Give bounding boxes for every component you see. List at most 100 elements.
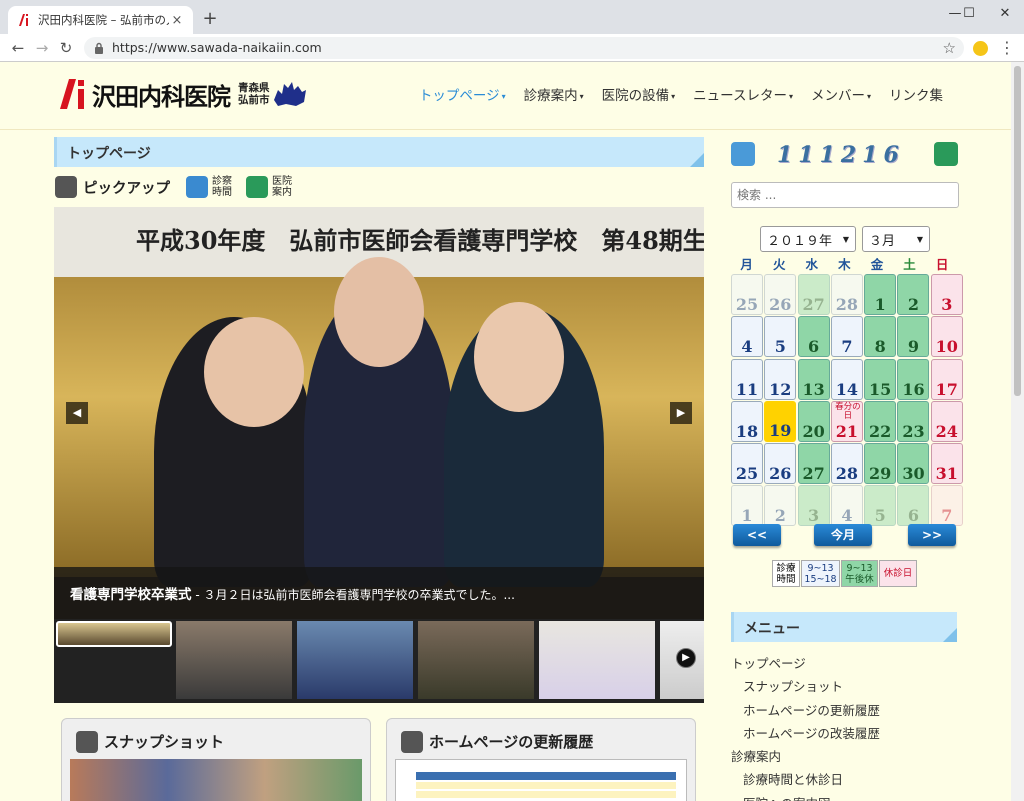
calendar-day[interactable]: 3 xyxy=(930,274,963,315)
calendar-day[interactable]: 6 xyxy=(897,485,930,527)
thumbnails-next-button[interactable]: ▶ xyxy=(676,648,696,668)
calendar-day[interactable]: 18 xyxy=(731,400,763,442)
menu-item[interactable]: スナップショット xyxy=(731,675,959,698)
close-window-button[interactable]: ✕ xyxy=(986,0,1024,26)
calendar-day[interactable]: 24 xyxy=(930,400,963,442)
prev-month-button[interactable]: << xyxy=(733,524,781,546)
calendar-day[interactable]: 9 xyxy=(897,316,930,358)
page-viewport: 沢田内科医院 青森県 弘前市 トップページ ▾ 診療案内 ▾ 医院の設備 ▾ ニュース… xyxy=(0,62,1024,801)
day-number: 20 xyxy=(802,421,825,441)
calendar-day[interactable]: 17 xyxy=(930,358,963,400)
calendar-day[interactable]: 29 xyxy=(864,443,897,485)
extension-icon[interactable] xyxy=(973,41,988,56)
day-number: 7 xyxy=(841,337,853,357)
nav-medical-guide[interactable]: 診療案内 ▾ xyxy=(524,84,584,104)
slide-caption[interactable]: 看護専門学校卒業式 - ３月２日は弘前市医師会看護専門学校の卒業式でした。... xyxy=(54,567,704,619)
month-select[interactable]: ３月 ▼ xyxy=(862,226,930,252)
calendar-day[interactable]: 10 xyxy=(930,316,963,358)
calendar-day[interactable]: 27 xyxy=(797,443,830,485)
page-scrollbar[interactable] xyxy=(1011,62,1024,801)
calendar-day[interactable]: 1 xyxy=(864,274,897,315)
calendar-day[interactable]: 12 xyxy=(764,358,797,400)
calendar-day[interactable]: 28 xyxy=(830,274,863,315)
nav-links[interactable]: リンク集 xyxy=(889,84,943,104)
calendar-day[interactable]: 31 xyxy=(930,443,963,485)
new-tab-button[interactable]: + xyxy=(199,8,221,29)
photo-face-left xyxy=(204,317,304,427)
forward-button[interactable]: → xyxy=(32,38,52,58)
calendar-day[interactable]: 13 xyxy=(797,358,830,400)
menu-item[interactable]: 医院への案内図 xyxy=(731,792,959,801)
car-icon[interactable] xyxy=(246,176,268,198)
calendar-day[interactable]: 28 xyxy=(830,443,863,485)
menu-item[interactable]: ホームページの改装履歴 xyxy=(731,722,959,745)
browser-tab[interactable]: 沢田内科医院 – 弘前市の入院設 × xyxy=(8,6,193,34)
calendar-day[interactable]: 4 xyxy=(731,316,763,358)
calendar-day[interactable]: 15 xyxy=(864,358,897,400)
calendar-day[interactable]: 23 xyxy=(897,400,930,442)
calendar-day[interactable]: 22 xyxy=(864,400,897,442)
calendar-day[interactable]: 4 xyxy=(830,485,863,527)
calendar-day[interactable]: 19 xyxy=(764,400,797,442)
calendar-day[interactable]: 1 xyxy=(731,485,763,527)
logo-location: 青森県 弘前市 xyxy=(238,82,270,106)
nav-newsletter[interactable]: ニュースレター ▾ xyxy=(693,84,793,104)
nav-facilities[interactable]: 医院の設備 ▾ xyxy=(602,84,676,104)
menu-item[interactable]: トップページ xyxy=(731,652,959,675)
thumbnail[interactable] xyxy=(539,621,655,699)
nav-members[interactable]: メンバー ▾ xyxy=(811,84,871,104)
clinic-guide-link[interactable]: 医院 案内 xyxy=(272,176,292,198)
nav-top-page[interactable]: トップページ ▾ xyxy=(419,84,506,104)
address-bar[interactable]: https://www.sawada-naikaiin.com ☆ xyxy=(84,37,964,59)
calendar-day[interactable]: 7 xyxy=(830,316,863,358)
menu-item[interactable]: 診療時間と休診日 xyxy=(731,768,959,791)
photo-slider[interactable]: 平成30年度 弘前市医師会看護専門学校 第48期生卒業祝賀パーテ ◀ ▶ 看護専… xyxy=(54,207,704,619)
year-select[interactable]: ２０１９年 ▼ xyxy=(760,226,856,252)
calendar-day[interactable]: 5 xyxy=(764,316,797,358)
reload-button[interactable]: ↻ xyxy=(56,38,76,58)
maximize-button[interactable]: ☐ xyxy=(950,0,988,26)
thumbnail[interactable] xyxy=(297,621,413,699)
calendar-day[interactable]: 11 xyxy=(731,358,763,400)
hours-link[interactable]: 診察 時間 xyxy=(212,176,232,198)
clock-icon[interactable] xyxy=(186,176,208,198)
browser-menu-icon[interactable]: ⋮ xyxy=(999,37,1015,59)
pickup-label[interactable]: ピックアップ xyxy=(83,177,170,198)
calendar-day[interactable]: 8 xyxy=(864,316,897,358)
next-month-button[interactable]: >> xyxy=(908,524,956,546)
menu-item[interactable]: 診療案内 xyxy=(731,745,959,768)
calendar-day[interactable]: 26 xyxy=(764,443,797,485)
calendar-day[interactable]: 春分の日 21 xyxy=(830,400,863,442)
scrollbar-thumb[interactable] xyxy=(1014,66,1021,396)
slider-prev-button[interactable]: ◀ xyxy=(66,402,88,424)
calendar-day[interactable]: 6 xyxy=(797,316,830,358)
menu-item[interactable]: ホームページの更新履歴 xyxy=(731,699,959,722)
calendar-day[interactable]: 2 xyxy=(897,274,930,315)
calendar-day[interactable]: 5 xyxy=(864,485,897,527)
site-logo[interactable]: 沢田内科医院 青森県 弘前市 xyxy=(56,77,308,111)
this-month-button[interactable]: 今月 xyxy=(814,524,872,546)
thumbnail[interactable] xyxy=(418,621,534,699)
calendar-day[interactable]: 16 xyxy=(897,358,930,400)
calendar-day[interactable]: 27 xyxy=(797,274,830,315)
calendar-day[interactable]: 3 xyxy=(797,485,830,527)
calendar-grid: 25 26 27 28 1 2 3 4 5 6 7 8 9 10 11 12 13 14 15 16 17 18 19 20 春… xyxy=(731,274,963,527)
back-button[interactable]: ← xyxy=(8,38,28,58)
calendar-day[interactable]: 7 xyxy=(930,485,963,527)
search-input[interactable] xyxy=(731,182,959,208)
calendar-day[interactable]: 20 xyxy=(797,400,830,442)
photo-face-center xyxy=(334,257,424,367)
calendar-day[interactable]: 14 xyxy=(830,358,863,400)
calendar-day[interactable]: 26 xyxy=(764,274,797,315)
slider-next-button[interactable]: ▶ xyxy=(670,402,692,424)
snapshot-card[interactable]: スナップショット xyxy=(61,718,371,801)
tab-close-icon[interactable]: × xyxy=(169,13,185,28)
thumbnail[interactable] xyxy=(176,621,292,699)
update-history-card[interactable]: ホームページの更新履歴 xyxy=(386,718,696,801)
bookmark-star-icon[interactable]: ☆ xyxy=(943,37,956,59)
calendar-day[interactable]: 25 xyxy=(731,443,763,485)
calendar-day[interactable]: 2 xyxy=(764,485,797,527)
thumbnail[interactable] xyxy=(56,621,172,647)
calendar-day[interactable]: 25 xyxy=(731,274,763,315)
calendar-day[interactable]: 30 xyxy=(897,443,930,485)
